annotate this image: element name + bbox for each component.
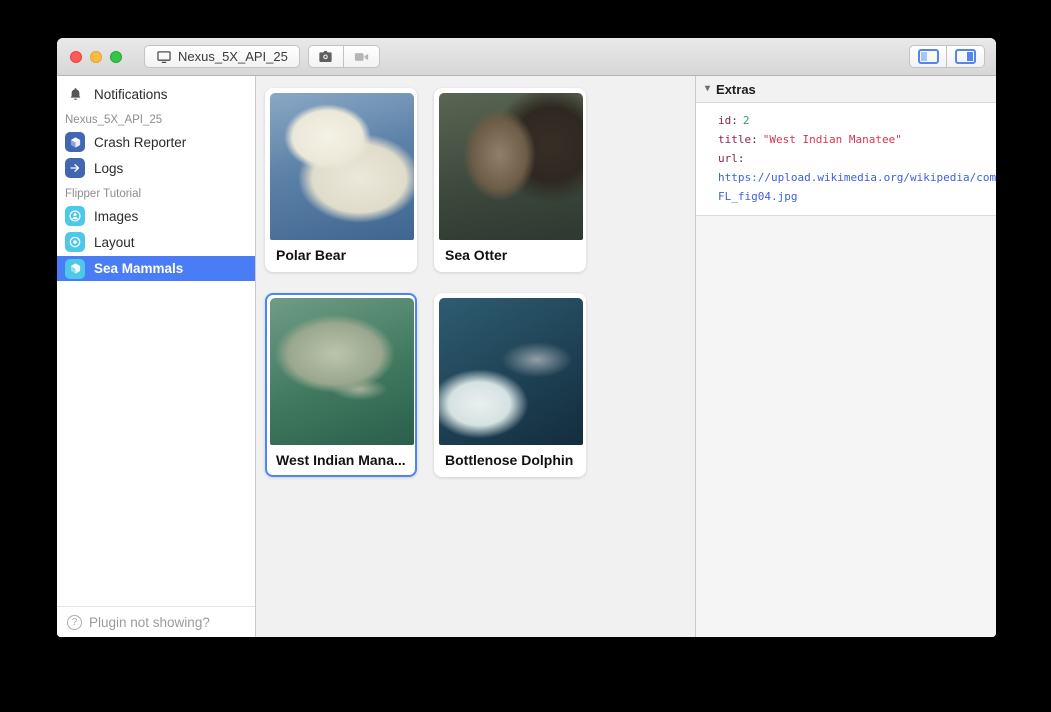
plugin-content: Polar Bear Sea Otter West Indian Mana...… [256, 76, 696, 637]
json-separator: : [738, 152, 745, 165]
card-grid: Polar Bear Sea Otter West Indian Mana...… [265, 88, 695, 477]
panel-toggle-group [909, 45, 985, 68]
sidebar-item-label: Crash Reporter [94, 135, 186, 150]
sidebar-item-layout[interactable]: Layout [57, 229, 255, 255]
extras-panel: ▾ Extras id:2 title:"West Indian Manatee… [696, 76, 996, 637]
arrow-right-icon [65, 158, 85, 178]
device-selector-button[interactable]: Nexus_5X_API_25 [144, 45, 300, 68]
card-title: Polar Bear [270, 240, 412, 270]
sidebar-item-label: Layout [94, 235, 135, 250]
monitor-icon [156, 50, 172, 64]
sidebar-section-tutorial: Flipper Tutorial [57, 181, 255, 203]
url-link[interactable]: FL_fig04.jpg [718, 190, 797, 203]
sidebar-item-notifications[interactable]: Notifications [57, 81, 255, 107]
toggle-right-sidebar-button[interactable] [947, 45, 985, 68]
bell-icon [65, 86, 85, 102]
extras-title: Extras [716, 82, 756, 97]
sidebar-section-device: Nexus_5X_API_25 [57, 107, 255, 129]
record-button[interactable] [344, 45, 380, 68]
json-url-line2: FL_fig04.jpg [718, 187, 996, 206]
toggle-left-sidebar-button[interactable] [909, 45, 947, 68]
json-row-id: id:2 [718, 111, 996, 130]
card-polar-bear[interactable]: Polar Bear [265, 88, 417, 272]
card-title: Sea Otter [439, 240, 581, 270]
sidebar-item-label: Images [94, 209, 138, 224]
avatar-icon [65, 206, 85, 226]
screenshot-button[interactable] [308, 45, 344, 68]
sidebar: Notifications Nexus_5X_API_25 Crash Repo… [57, 76, 256, 637]
panel-right-icon [955, 49, 976, 64]
extras-header[interactable]: ▾ Extras [696, 76, 996, 103]
json-key: url [718, 152, 738, 165]
traffic-lights [70, 51, 122, 63]
sidebar-item-label: Notifications [94, 87, 168, 102]
card-bottlenose-dolphin[interactable]: Bottlenose Dolphin [434, 293, 586, 477]
plugin-help-link[interactable]: ? Plugin not showing? [57, 606, 255, 637]
cube-icon [65, 259, 85, 279]
zoom-button[interactable] [110, 51, 122, 63]
json-separator: : [751, 133, 758, 146]
json-key: id [718, 114, 731, 127]
window-body: Notifications Nexus_5X_API_25 Crash Repo… [57, 76, 996, 637]
json-value: "West Indian Manatee" [763, 133, 902, 146]
device-name: Nexus_5X_API_25 [178, 49, 288, 64]
sidebar-item-sea-mammals[interactable]: Sea Mammals [57, 256, 255, 281]
polar-bear-photo [270, 93, 414, 240]
json-row-url: url: [718, 149, 996, 168]
card-west-indian-manatee[interactable]: West Indian Mana... [265, 293, 417, 477]
json-value: 2 [743, 114, 750, 127]
card-title: Bottlenose Dolphin [439, 445, 581, 475]
card-title: West Indian Mana... [270, 445, 412, 475]
triangle-down-icon: ▾ [705, 84, 710, 94]
card-sea-otter[interactable]: Sea Otter [434, 88, 586, 272]
sidebar-item-label: Logs [94, 161, 123, 176]
flipper-window: Nexus_5X_API_25 [57, 38, 996, 637]
minimize-button[interactable] [90, 51, 102, 63]
json-key: title [718, 133, 751, 146]
manatee-photo [270, 298, 414, 445]
json-url-line1: https://upload.wikimedia.org/wikipedia/c… [718, 168, 996, 187]
close-button[interactable] [70, 51, 82, 63]
url-link[interactable]: https://upload.wikimedia.org/wikipedia/c… [718, 171, 996, 184]
dolphin-photo [439, 298, 583, 445]
sidebar-item-images[interactable]: Images [57, 203, 255, 229]
toolbar: Nexus_5X_API_25 [57, 38, 996, 76]
panel-left-icon [918, 49, 939, 64]
camera-icon [317, 49, 334, 64]
question-circle-icon: ? [67, 615, 82, 630]
sidebar-item-crash-reporter[interactable]: Crash Reporter [57, 129, 255, 155]
video-camera-icon [353, 50, 370, 64]
extras-data-inspector: id:2 title:"West Indian Manatee" url: ht… [696, 103, 996, 216]
extras-empty-area [696, 216, 996, 637]
json-row-title: title: "West Indian Manatee" [718, 130, 996, 149]
json-separator: : [731, 114, 738, 127]
sidebar-item-label: Sea Mammals [94, 261, 183, 276]
capture-button-group [308, 45, 380, 68]
sidebar-item-logs[interactable]: Logs [57, 155, 255, 181]
plugin-help-label: Plugin not showing? [89, 615, 210, 630]
sea-otter-photo [439, 93, 583, 240]
cube-icon [65, 132, 85, 152]
target-icon [65, 232, 85, 252]
